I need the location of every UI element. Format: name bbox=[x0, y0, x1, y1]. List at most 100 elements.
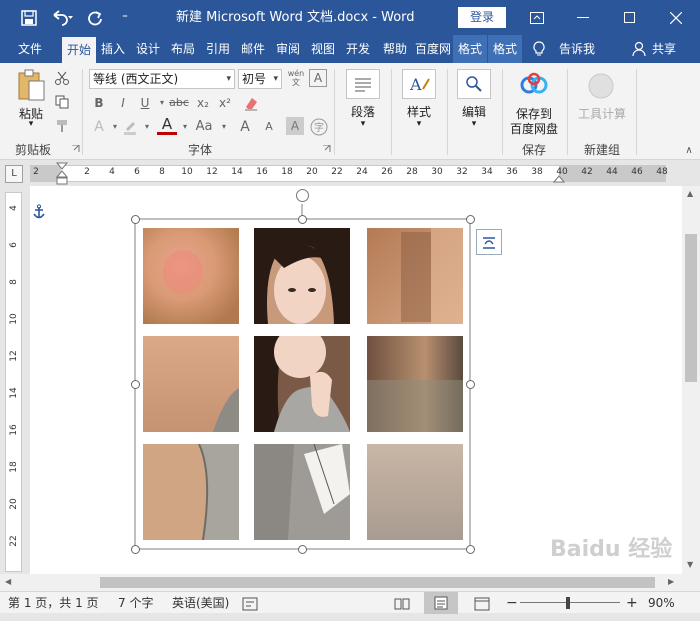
scroll-right-icon[interactable]: ▶ bbox=[668, 577, 674, 586]
strikethrough-button[interactable]: abc bbox=[167, 93, 191, 113]
bold-button[interactable]: B bbox=[89, 93, 109, 113]
resize-handle-bl[interactable] bbox=[130, 544, 140, 554]
resize-handle-r[interactable] bbox=[465, 379, 475, 389]
grow-font-button[interactable]: A bbox=[235, 117, 255, 137]
tab-help[interactable]: 帮助 bbox=[379, 35, 411, 63]
web-layout-icon[interactable] bbox=[474, 596, 490, 611]
share-button[interactable]: 共享 bbox=[648, 35, 680, 63]
tab-mailings[interactable]: 邮件 bbox=[237, 35, 269, 63]
superscript-button[interactable]: x² bbox=[215, 93, 235, 113]
scroll-left-icon[interactable]: ◀ bbox=[5, 577, 11, 586]
layout-options-icon[interactable] bbox=[476, 229, 502, 255]
shrink-font-button[interactable]: A bbox=[259, 117, 279, 137]
tell-me[interactable]: 告诉我 bbox=[553, 35, 601, 63]
save-icon[interactable] bbox=[14, 0, 44, 35]
cut-icon[interactable] bbox=[52, 69, 72, 87]
zoom-level[interactable]: 90% bbox=[648, 592, 675, 614]
word-count[interactable]: 7 个字 bbox=[118, 592, 153, 614]
vertical-ruler[interactable]: 4 6 8 10 12 14 16 18 20 22 bbox=[5, 192, 22, 572]
editing-dropdown-icon[interactable]: ▾ bbox=[451, 119, 497, 129]
tab-format-1[interactable]: 格式 bbox=[453, 35, 487, 63]
zoom-slider-thumb[interactable] bbox=[566, 597, 570, 609]
font-launcher-icon[interactable] bbox=[323, 145, 331, 153]
tab-format-2[interactable]: 格式 bbox=[488, 35, 522, 63]
char-shading-button[interactable]: A bbox=[286, 117, 304, 135]
paragraph-icon[interactable] bbox=[346, 69, 380, 99]
rotate-handle[interactable] bbox=[295, 188, 309, 202]
copy-icon[interactable] bbox=[52, 93, 72, 111]
maximize-icon[interactable] bbox=[606, 0, 652, 35]
tab-insert[interactable]: 插入 bbox=[97, 35, 129, 63]
styles-label[interactable]: 样式 bbox=[396, 103, 442, 120]
horizontal-scrollbar[interactable]: ◀ ▶ bbox=[0, 574, 700, 591]
tab-baidu[interactable]: 百度网 bbox=[414, 35, 452, 63]
resize-handle-tl[interactable] bbox=[130, 214, 140, 224]
read-mode-icon[interactable] bbox=[394, 596, 410, 610]
resize-handle-t[interactable] bbox=[297, 214, 307, 224]
tab-review[interactable]: 审阅 bbox=[272, 35, 304, 63]
close-icon[interactable] bbox=[652, 0, 700, 35]
language[interactable]: 英语(美国) bbox=[172, 592, 229, 614]
resize-handle-tr[interactable] bbox=[465, 214, 475, 224]
baidu-netdisk-icon[interactable] bbox=[519, 69, 549, 99]
print-layout-button[interactable] bbox=[424, 592, 458, 614]
scroll-up-icon[interactable]: ▲ bbox=[687, 189, 693, 198]
tab-home[interactable]: 开始 bbox=[62, 37, 96, 63]
zoom-out-icon[interactable]: − bbox=[506, 592, 518, 614]
styles-dropdown-icon[interactable]: ▾ bbox=[396, 119, 442, 129]
styles-icon[interactable]: A bbox=[402, 69, 436, 99]
zoom-in-icon[interactable]: + bbox=[626, 592, 638, 614]
customize-qat-icon[interactable]: ⁼ bbox=[110, 0, 140, 35]
undo-icon[interactable] bbox=[44, 0, 80, 35]
clipboard-launcher-icon[interactable] bbox=[72, 145, 80, 153]
page-count[interactable]: 第 1 页，共 1 页 bbox=[8, 592, 99, 614]
format-painter-icon[interactable] bbox=[52, 117, 72, 135]
font-size-combo[interactable]: 初号 ▾ bbox=[238, 69, 282, 89]
tab-developer[interactable]: 开发 bbox=[342, 35, 374, 63]
italic-button[interactable]: I bbox=[113, 93, 133, 113]
subscript-button[interactable]: x₂ bbox=[193, 93, 213, 113]
change-case-dropdown-icon[interactable]: ▾ bbox=[214, 117, 234, 137]
clear-formatting-icon[interactable] bbox=[241, 94, 261, 112]
login-button[interactable]: 登录 bbox=[458, 7, 506, 28]
font-color-button[interactable]: A bbox=[157, 115, 177, 135]
editing-label[interactable]: 编辑 bbox=[451, 103, 497, 120]
paste-dropdown-icon[interactable]: ▾ bbox=[14, 119, 48, 129]
minimize-icon[interactable] bbox=[560, 0, 606, 35]
document-area[interactable]: Baidu 经验 bbox=[30, 186, 682, 574]
search-icon[interactable] bbox=[457, 69, 491, 99]
phonetic-guide-icon[interactable]: wén 文 bbox=[286, 69, 306, 89]
zoom-slider[interactable] bbox=[520, 602, 620, 603]
horizontal-ruler[interactable]: 2 2 4 6 8 10 12 14 16 18 20 22 24 26 28 30 32 34 36 38 40 42 4… bbox=[30, 162, 668, 185]
document-page[interactable]: Baidu 经验 bbox=[30, 186, 682, 574]
tab-file[interactable]: 文件 bbox=[8, 35, 52, 63]
paragraph-label[interactable]: 段落 bbox=[340, 103, 386, 120]
paste-icon[interactable] bbox=[14, 69, 48, 103]
tab-references[interactable]: 引用 bbox=[202, 35, 234, 63]
highlight-dropdown-icon[interactable]: ▾ bbox=[137, 117, 157, 137]
save-baidu-label-2[interactable]: 百度网盘 bbox=[504, 120, 564, 137]
collapse-ribbon-icon[interactable]: ∧ bbox=[684, 145, 694, 156]
char-border-icon[interactable]: A bbox=[309, 69, 327, 87]
resize-handle-l[interactable] bbox=[130, 379, 140, 389]
vertical-scroll-thumb[interactable] bbox=[685, 234, 697, 382]
tab-selector[interactable]: L bbox=[5, 165, 23, 183]
tab-layout[interactable]: 布局 bbox=[167, 35, 199, 63]
tab-design[interactable]: 设计 bbox=[132, 35, 164, 63]
lightbulb-icon[interactable] bbox=[530, 35, 548, 63]
resize-handle-br[interactable] bbox=[465, 544, 475, 554]
person-icon[interactable] bbox=[630, 35, 648, 63]
tab-view[interactable]: 视图 bbox=[307, 35, 339, 63]
paragraph-dropdown-icon[interactable]: ▾ bbox=[340, 119, 386, 129]
enclose-char-icon[interactable]: 字 bbox=[309, 117, 329, 137]
indent-marker-icon[interactable] bbox=[56, 162, 68, 186]
ribbon-display-icon[interactable] bbox=[514, 0, 560, 35]
vertical-scrollbar[interactable]: ▲ ▼ bbox=[682, 186, 700, 574]
right-indent-marker-icon[interactable] bbox=[553, 174, 565, 183]
macro-icon[interactable] bbox=[242, 596, 258, 611]
horizontal-scroll-thumb[interactable] bbox=[100, 577, 655, 588]
font-name-combo[interactable]: 等线 (西文正文) ▾ bbox=[89, 69, 235, 89]
redo-icon[interactable] bbox=[80, 0, 110, 35]
resize-handle-b[interactable] bbox=[297, 544, 307, 554]
scroll-down-icon[interactable]: ▼ bbox=[687, 560, 693, 569]
